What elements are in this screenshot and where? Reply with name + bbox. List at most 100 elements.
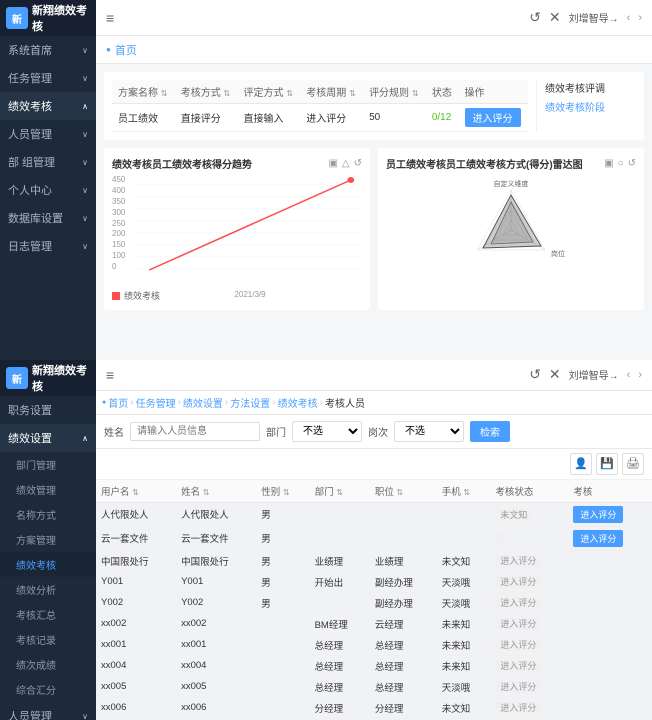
- sidebar2-item-people[interactable]: 人员管理 ∨: [0, 702, 96, 720]
- table-cell: 开始出: [310, 571, 370, 592]
- chart1-icon3[interactable]: ↺: [354, 158, 362, 169]
- sidebar-item-finance[interactable]: 任务管理 ∨: [0, 64, 96, 92]
- sidebar2-sub-score[interactable]: 绩次成绩: [0, 652, 96, 677]
- search-label-name: 姓名: [104, 424, 124, 439]
- table-cell: [310, 592, 370, 613]
- table-cell: 人代限处人: [96, 502, 176, 526]
- search-input-name[interactable]: [130, 422, 260, 441]
- table-cell: [256, 613, 309, 634]
- col-cycle: 考核周期 ⇅: [300, 80, 363, 104]
- evaluate-btn[interactable]: 进入评分: [573, 530, 623, 547]
- toolbar-icon-save[interactable]: 💾: [596, 453, 618, 475]
- table-cell: 云一套文件: [176, 526, 256, 550]
- sidebar-item-system[interactable]: 系统首席 ∨: [0, 36, 96, 64]
- sidebar-item-personal[interactable]: 个人中心 ∨: [0, 176, 96, 204]
- enter-score-btn1[interactable]: 进入评分: [465, 108, 521, 127]
- bc-task[interactable]: 任务管理: [136, 395, 176, 410]
- close-icon2[interactable]: ✕: [549, 366, 561, 383]
- refresh-icon2[interactable]: ↺: [529, 366, 541, 383]
- sidebar-item-data[interactable]: 数据库设置 ∨: [0, 204, 96, 232]
- nav-prev2[interactable]: ‹: [627, 369, 631, 381]
- bc-method[interactable]: 方法设置: [230, 395, 270, 410]
- sidebar2-sub-perf-mgmt[interactable]: 绩效管理: [0, 477, 96, 502]
- table-row: 人代限处人人代限处人男未文知进入评分: [96, 502, 652, 526]
- topbar-right1: ↺ ✕ 刘增智导→ ‹ ›: [529, 9, 642, 26]
- sidebar2-sub-name[interactable]: 名称方式: [0, 502, 96, 527]
- toolbar-icon-person[interactable]: 👤: [570, 453, 592, 475]
- sidebar-item-people[interactable]: 人员管理 ∨: [0, 120, 96, 148]
- sidebar2-sub-comp[interactable]: 综合汇分: [0, 677, 96, 702]
- menu-icon1[interactable]: ≡: [106, 10, 114, 26]
- col2-dept: 部门 ⇅: [310, 480, 370, 503]
- nav-next2[interactable]: ›: [638, 369, 642, 381]
- chart2-icon3[interactable]: ↺: [628, 158, 636, 169]
- col2-phone: 手机 ⇅: [437, 480, 491, 503]
- bc-perf[interactable]: 绩效考核: [278, 395, 318, 410]
- sidebar2-sub-analysis[interactable]: 绩效分析: [0, 577, 96, 602]
- nav-next1[interactable]: ›: [638, 12, 642, 24]
- sidebar2-item-job[interactable]: 职务设置: [0, 396, 96, 424]
- chart2-icon1[interactable]: ▣: [604, 158, 613, 169]
- sidebar2-sub-record[interactable]: 考核记录: [0, 627, 96, 652]
- table-header-row: 用户名 ⇅ 姓名 ⇅ 性别 ⇅ 部门 ⇅ 职位 ⇅ 手机 ⇅ 考核状态 考核: [96, 480, 652, 503]
- table-cell: [437, 526, 491, 550]
- assess-status-badge: [495, 532, 505, 544]
- sidebar2-sub-summary[interactable]: 考核汇总: [0, 602, 96, 627]
- sidebar2-sub-plan[interactable]: 方案管理: [0, 527, 96, 552]
- col2-gender: 性别 ⇅: [256, 480, 309, 503]
- bc-perf-set[interactable]: 绩效设置: [183, 395, 223, 410]
- col2-name: 姓名 ⇅: [176, 480, 256, 503]
- panel2: 新 新翔绩效考核 职务设置 绩效设置 ∧ 部门管理 绩效管理 名称方式 方案管理…: [0, 360, 652, 720]
- sidebar2-sub-perf-assess[interactable]: 绩效考核: [0, 552, 96, 577]
- sidebar-item-log[interactable]: 日志管理 ∨: [0, 232, 96, 260]
- search-button[interactable]: 检索: [470, 421, 510, 442]
- table-cell: 男: [256, 502, 309, 526]
- menu-icon2[interactable]: ≡: [106, 367, 114, 383]
- refresh-icon1[interactable]: ↺: [529, 9, 541, 26]
- table-cell: [256, 697, 309, 718]
- logo-text1: 新翔绩效考核: [32, 2, 90, 34]
- table-cell: 中国限处行: [96, 550, 176, 571]
- line-chart-card: 绩效考核员工绩效考核得分趋势 ▣ △ ↺ 450 400 350 300: [104, 148, 370, 310]
- search-select-dept[interactable]: 不选: [292, 421, 362, 442]
- chart1-icon1[interactable]: ▣: [328, 158, 337, 169]
- table-card1: 方案名称 ⇅ 考核方式 ⇅ 评定方式 ⇅ 考核周期 ⇅ 评分规则 ⇅ 状态 操作: [104, 72, 644, 140]
- table-cell: xx001: [176, 634, 256, 655]
- bc-home[interactable]: 首页: [108, 395, 128, 410]
- table-cell: xx006: [176, 697, 256, 718]
- nav-prev1[interactable]: ‹: [627, 12, 631, 24]
- chart1-icon2[interactable]: △: [342, 158, 350, 169]
- breadcrumb-home1[interactable]: 首页: [115, 42, 137, 58]
- chart2-title-bar: 员工绩效考核员工绩效考核方式(得分)雷达图 ▣ ○ ↺: [386, 156, 636, 171]
- table-cell: 云经理: [370, 613, 437, 634]
- table-cell: 业绩理: [310, 550, 370, 571]
- table-cell: [256, 676, 309, 697]
- table-cell: 副经办理: [370, 571, 437, 592]
- logo-text2: 新翔绩效考核: [32, 362, 90, 394]
- sidebar-item-perf[interactable]: 绩效考核 ∧: [0, 92, 96, 120]
- svg-text:岗位: 岗位: [551, 249, 565, 258]
- topbar-left1: ≡: [106, 10, 114, 26]
- toolbar-icon-print[interactable]: 🖨: [622, 453, 644, 475]
- table-cell: 总经理: [370, 655, 437, 676]
- table-row: 中国限处行中国限处行男业绩理业绩理未文知进入评分: [96, 550, 652, 571]
- table-row: xx004xx004总经理总经理未来知进入评分: [96, 655, 652, 676]
- sidebar2-sub-dept[interactable]: 部门管理: [0, 452, 96, 477]
- table-cell: xx002: [96, 613, 176, 634]
- table-cell: 天淡哦: [437, 571, 491, 592]
- table-cell: 总经理: [310, 676, 370, 697]
- assess-status-badge: 进入评分: [495, 639, 541, 651]
- chart2-icon2[interactable]: ○: [618, 158, 624, 169]
- right-panel-link[interactable]: 绩效考核阶段: [545, 99, 636, 114]
- radar-svg: 自定义维度 岗位: [441, 180, 581, 280]
- close-icon1[interactable]: ✕: [549, 9, 561, 26]
- table-cell: Y002: [96, 592, 176, 613]
- evaluate-btn[interactable]: 进入评分: [573, 506, 623, 523]
- svg-text:自定义维度: 自定义维度: [494, 180, 529, 188]
- radar-chart-card: 员工绩效考核员工绩效考核方式(得分)雷达图 ▣ ○ ↺: [378, 148, 644, 310]
- sidebar2-item-perf[interactable]: 绩效设置 ∧: [0, 424, 96, 452]
- search-select-role[interactable]: 不选: [394, 421, 464, 442]
- sidebar-item-dept[interactable]: 部 组管理 ∨: [0, 148, 96, 176]
- perf-table2-wrapper: 用户名 ⇅ 姓名 ⇅ 性别 ⇅ 部门 ⇅ 职位 ⇅ 手机 ⇅ 考核状态 考核 人…: [96, 480, 652, 720]
- table-cell: BM经理: [310, 613, 370, 634]
